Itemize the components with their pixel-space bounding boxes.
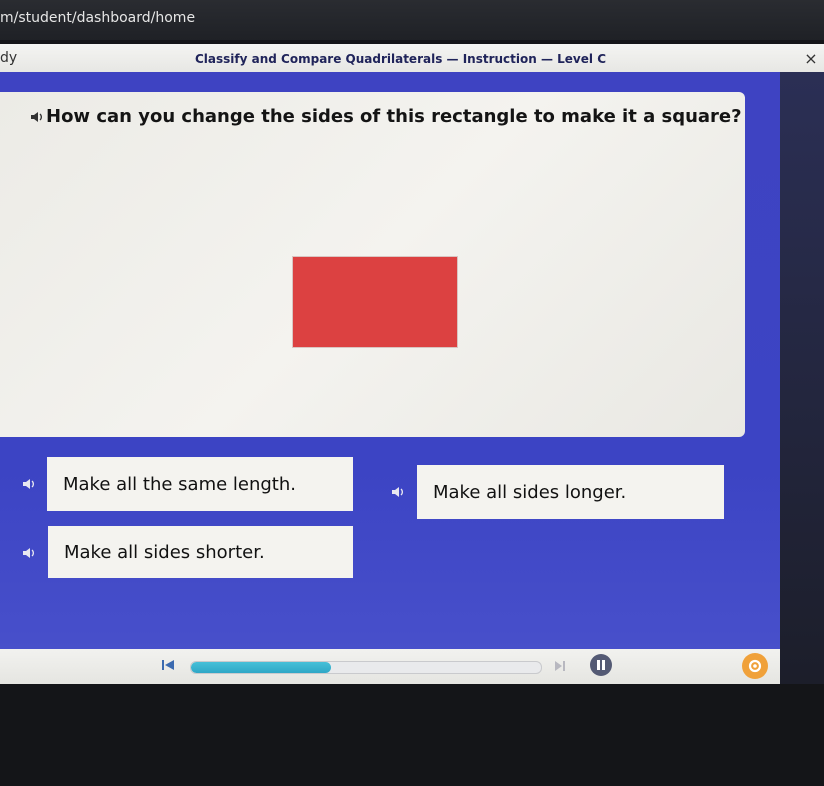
answer-option-shorter[interactable]: Make all sides shorter. [48,526,353,578]
left-nav-fragment: dy [0,50,18,66]
pause-icon[interactable] [590,654,612,676]
window-edge [780,72,824,684]
progress-bar[interactable] [190,661,542,674]
answer-label: Make all sides shorter. [64,541,265,563]
browser-url-bar[interactable]: m/student/dashboard/home [0,0,824,40]
skip-forward-icon[interactable] [553,658,567,677]
rewind-icon[interactable] [160,657,176,677]
speaker-icon[interactable] [30,108,44,127]
progress-fill [191,662,331,673]
answer-label: Make all sides longer. [433,481,627,503]
speaker-icon[interactable] [22,544,36,563]
question-card: How can you change the sides of this rec… [0,92,745,437]
question-text: How can you change the sides of this rec… [46,106,742,127]
answer-option-longer[interactable]: Make all sides longer. [417,465,724,519]
close-icon[interactable]: × [800,50,822,68]
lesson-window: dy Classify and Compare Quadrilaterals —… [0,44,824,684]
gear-icon[interactable] [742,653,768,679]
lesson-stage: How can you change the sides of this rec… [0,72,780,684]
answer-option-same-length[interactable]: Make all the same length. [47,457,353,511]
lesson-title: Classify and Compare Quadrilaterals — In… [195,52,606,66]
speaker-icon[interactable] [391,483,405,502]
speaker-icon[interactable] [22,475,36,494]
url-text: m/student/dashboard/home [0,10,196,26]
answer-label: Make all the same length. [63,473,296,495]
player-control-bar [0,649,780,684]
rectangle-shape [293,257,457,347]
lesson-title-bar: dy Classify and Compare Quadrilaterals —… [0,44,824,72]
